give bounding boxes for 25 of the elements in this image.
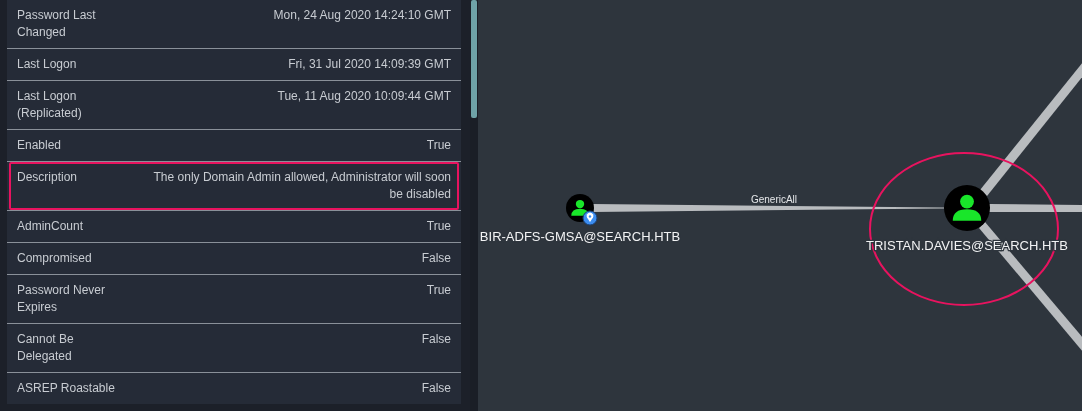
property-name: Cannot Be Delegated: [17, 331, 75, 365]
property-value: True: [426, 282, 451, 299]
edge-line[interactable]: [592, 204, 944, 212]
node-label: BIR-ADFS-GMSA@SEARCH.HTB: [479, 229, 681, 244]
property-value: False: [421, 380, 451, 397]
edge-label: GenericAll: [750, 194, 798, 205]
property-value: False: [421, 331, 451, 348]
property-value: True: [426, 137, 451, 154]
property-value: Tue, 11 Aug 2020 10:09:44 GMT: [277, 88, 451, 105]
property-name: Compromised: [17, 250, 93, 267]
property-value: The only Domain Admin allowed, Administrator will soon be disabled: [152, 169, 451, 203]
property-value: True: [426, 218, 451, 235]
property-name: AdminCount: [17, 218, 85, 235]
property-name: Enabled: [17, 137, 63, 154]
property-value: False: [421, 250, 451, 267]
property-name: ASREP Roastable: [17, 380, 116, 397]
property-value: Fri, 31 Jul 2020 14:09:39 GMT: [288, 56, 451, 73]
property-name: Description: [17, 169, 79, 186]
property-value: Mon, 24 Aug 2020 14:24:10 GMT: [273, 7, 451, 24]
scrollbar-thumb[interactable]: [471, 0, 477, 118]
property-name: Password Never Expires: [17, 282, 107, 316]
user-node-icon[interactable]: [944, 185, 990, 231]
property-name: Last Logon: [17, 56, 78, 73]
property-name: Last Logon (Replicated): [17, 88, 83, 122]
property-name: Password Last Changed: [17, 7, 97, 41]
